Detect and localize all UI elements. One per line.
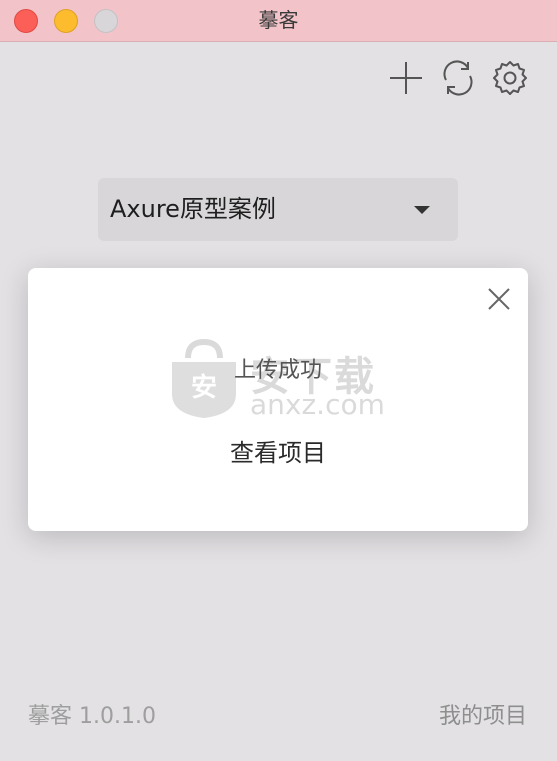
my-projects-link[interactable]: 我的项目 xyxy=(439,698,527,730)
view-project-link[interactable]: 查看项目 xyxy=(28,433,528,468)
chevron-down-icon[interactable] xyxy=(414,206,430,214)
settings-icon[interactable] xyxy=(490,58,530,98)
project-select[interactable]: Axure原型案例 xyxy=(98,178,458,241)
app-version: 摹客 1.0.1.0 xyxy=(28,704,156,729)
window-title: 摹客 xyxy=(258,8,299,32)
upload-success-message: 上传成功 xyxy=(233,358,322,383)
close-icon[interactable] xyxy=(484,284,514,314)
refresh-icon[interactable] xyxy=(438,58,478,98)
upload-success-dialog: 安 安下载 anxz.com 上传成功 查看项目 xyxy=(28,268,528,531)
window-titlebar: 摹客 xyxy=(0,0,557,42)
add-icon[interactable] xyxy=(386,58,426,98)
watermark-text-en: anxz.com xyxy=(250,388,385,421)
project-select-value: Axure原型案例 xyxy=(110,195,276,223)
